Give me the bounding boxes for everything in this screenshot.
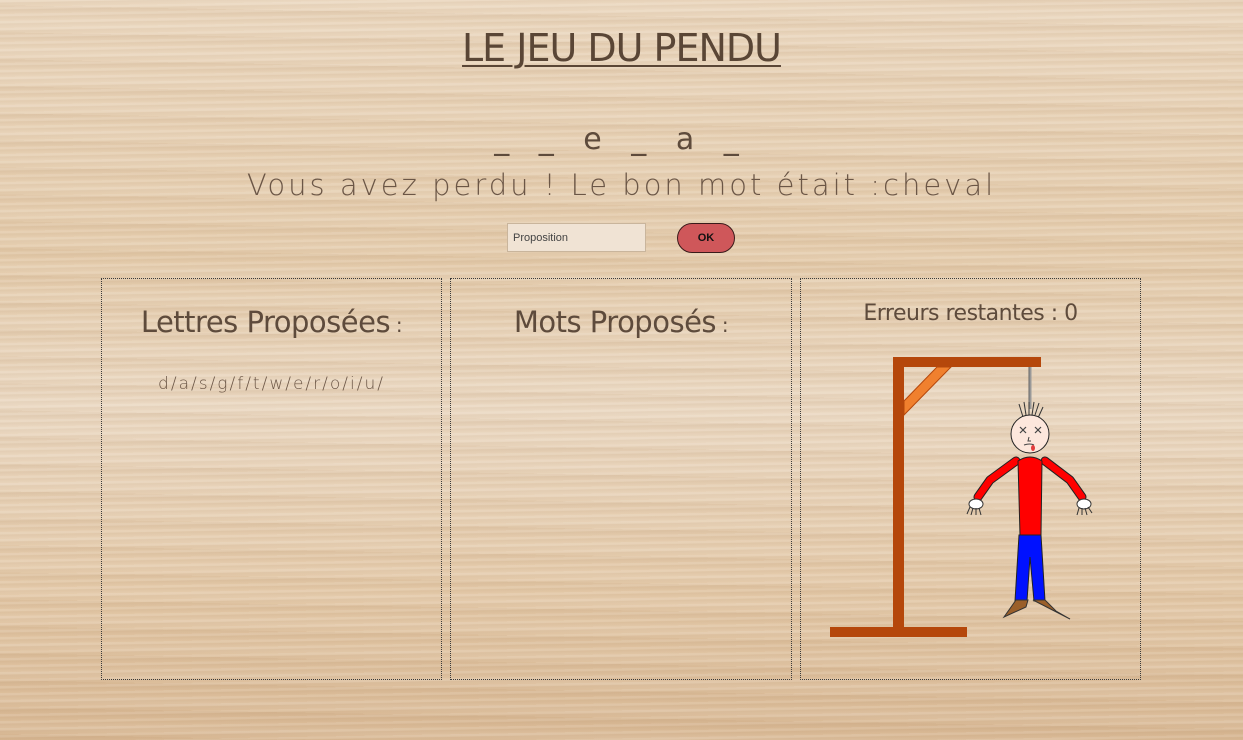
gallows-beam [893, 357, 1041, 367]
tongue [1031, 445, 1035, 451]
errors-remaining: Erreurs restantes : 0 [801, 301, 1140, 326]
words-panel-title-colon: : [716, 313, 729, 337]
head [1010, 414, 1050, 454]
right-hand [1076, 498, 1093, 516]
word-mask: _ _ e _ a _ [494, 122, 749, 157]
right-arm-fill [1041, 457, 1086, 501]
pants [1014, 534, 1046, 602]
errors-remaining-count: 0 [1064, 301, 1078, 326]
hangman-drawing [830, 357, 1093, 637]
result-message: Vous avez perdu ! Le bon mot était :chev… [246, 168, 997, 202]
letters-panel-title-colon: : [390, 313, 403, 337]
letters-panel-title-text: Lettres Proposées [140, 305, 391, 339]
left-arm-fill [974, 457, 1020, 501]
words-panel-title-text: Mots Proposés [513, 305, 717, 339]
errors-panel: Erreurs restantes : 0 [800, 278, 1141, 680]
proposed-letters-list: d/a/s/g/f/t/w/e/r/o/i/u/ [158, 374, 385, 394]
words-panel-title: Mots Proposés : [451, 305, 791, 339]
gallows-brace [903, 366, 953, 417]
right-shoe [1032, 599, 1071, 620]
torso [1017, 456, 1043, 536]
letters-panel: Lettres Proposées : d/a/s/g/f/t/w/e/r/o/… [101, 278, 442, 680]
ok-button[interactable]: OK [677, 223, 735, 253]
proposition-input[interactable] [507, 223, 646, 252]
left-hand [966, 498, 984, 516]
words-panel: Mots Proposés : [450, 278, 792, 680]
page-title: LE JEU DU PENDU [462, 26, 782, 70]
gallows-post [893, 357, 904, 632]
errors-remaining-label: Erreurs restantes : [863, 301, 1065, 326]
letters-panel-title: Lettres Proposées : [102, 305, 441, 339]
left-shoe [1002, 599, 1029, 619]
